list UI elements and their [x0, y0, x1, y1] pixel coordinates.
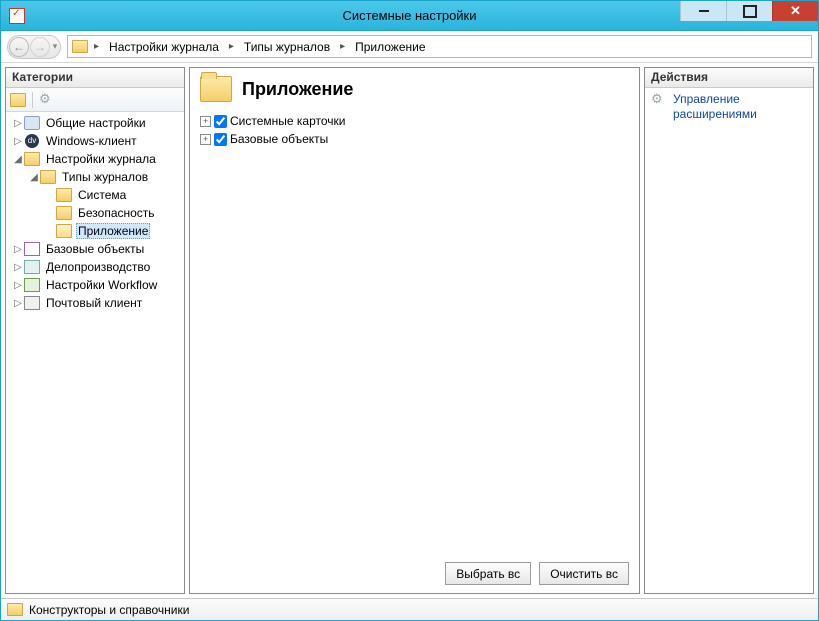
folder-icon: [24, 152, 40, 166]
expand-icon[interactable]: ▷: [12, 298, 24, 309]
mail-icon: [24, 296, 40, 310]
check-item-1[interactable]: + Базовые объекты: [200, 130, 629, 148]
actions-header: Действия: [645, 68, 813, 88]
close-button[interactable]: [772, 1, 818, 21]
folder-icon: [56, 188, 72, 202]
expand-plus-icon[interactable]: +: [200, 134, 211, 145]
expand-icon[interactable]: ▷: [12, 244, 24, 255]
checkbox-tree: + Системные карточки + Базовые объекты: [200, 112, 629, 556]
window-controls: [680, 1, 818, 21]
breadcrumb-1[interactable]: Настройки журнала: [105, 38, 223, 56]
clear-all-button[interactable]: Очистить вс: [539, 562, 629, 585]
nav-back-button[interactable]: ←: [9, 37, 29, 57]
main-buttons: Выбрать вс Очистить вс: [200, 556, 629, 585]
content-area: Категории ▷ Общие настройки ▷ dv Windows…: [1, 63, 818, 598]
tree-node-security[interactable]: ▷ Безопасность: [8, 204, 182, 222]
actions-body: Управление расширениями: [645, 88, 813, 593]
tree-node-workflow[interactable]: ▷ Настройки Workflow: [8, 276, 182, 294]
workflow-icon: [24, 278, 40, 292]
breadcrumb-3[interactable]: Приложение: [351, 38, 429, 56]
expand-icon[interactable]: ▷: [12, 280, 24, 291]
categories-toolbar: [6, 88, 184, 112]
objects-icon: [24, 242, 40, 256]
nav-back-group: ← → ▾: [7, 35, 61, 59]
maximize-button[interactable]: [726, 1, 772, 21]
tree-label: Настройки журнала: [44, 151, 158, 167]
check-item-0[interactable]: + Системные карточки: [200, 112, 629, 130]
tree-label: Настройки Workflow: [44, 277, 159, 293]
separator: [32, 92, 33, 108]
checkbox[interactable]: [214, 133, 227, 146]
window-root: Системные настройки ← → ▾ ▸ Настройки жу…: [0, 0, 819, 621]
tree-label: Делопроизводство: [44, 259, 152, 275]
categories-panel: Категории ▷ Общие настройки ▷ dv Windows…: [5, 67, 185, 594]
breadcrumb-sep-icon: ▸: [225, 41, 238, 52]
expand-icon[interactable]: ▷: [12, 136, 24, 147]
minimize-button[interactable]: [680, 1, 726, 21]
action-link-label: Управление расширениями: [673, 92, 807, 122]
tree-label: Почтовый клиент: [44, 295, 144, 311]
tree-node-log-types[interactable]: ◢ Типы журналов: [8, 168, 182, 186]
breadcrumb-2[interactable]: Типы журналов: [240, 38, 334, 56]
breadcrumb-sep-icon: ▸: [90, 41, 103, 52]
main-heading: Приложение: [200, 76, 629, 102]
tree-node-system[interactable]: ▷ Система: [8, 186, 182, 204]
check-item-label: Базовые объекты: [230, 132, 328, 146]
titlebar: Системные настройки: [1, 1, 818, 31]
main-content: Приложение + Системные карточки + Базовы…: [190, 68, 639, 593]
nav-history-dropdown[interactable]: ▾: [50, 41, 60, 52]
tree-label: Система: [76, 187, 128, 203]
dv-icon: dv: [24, 134, 40, 148]
settings-icon: [24, 116, 40, 130]
collapse-icon[interactable]: ◢: [28, 172, 40, 183]
tree-label: Общие настройки: [44, 115, 148, 131]
tree-node-paperwork[interactable]: ▷ Делопроизводство: [8, 258, 182, 276]
action-manage-extensions[interactable]: Управление расширениями: [651, 92, 807, 122]
expand-plus-icon[interactable]: +: [200, 116, 211, 127]
expand-icon[interactable]: ▷: [12, 262, 24, 273]
gears-icon: [651, 93, 667, 109]
tree-label: Безопасность: [76, 205, 157, 221]
folder-icon: [7, 603, 23, 616]
select-all-button[interactable]: Выбрать вс: [445, 562, 531, 585]
tree-node-base-objects[interactable]: ▷ Базовые объекты: [8, 240, 182, 258]
breadcrumb-sep-icon: ▸: [336, 41, 349, 52]
app-icon: [9, 8, 25, 24]
checkbox[interactable]: [214, 115, 227, 128]
actions-panel: Действия Управление расширениями: [644, 67, 814, 594]
check-item-label: Системные карточки: [230, 114, 346, 128]
document-icon: [24, 260, 40, 274]
tree-label: Приложение: [76, 223, 150, 239]
page-title: Приложение: [242, 79, 353, 100]
expand-icon[interactable]: ▷: [12, 118, 24, 129]
tree-label: Типы журналов: [60, 169, 150, 185]
folder-icon: [40, 170, 56, 184]
folder-open-icon: [56, 224, 72, 238]
tree-label: Windows-клиент: [44, 133, 139, 149]
status-text: Конструкторы и справочники: [29, 603, 189, 617]
tree-node-log-settings[interactable]: ◢ Настройки журнала: [8, 150, 182, 168]
tree-node-general[interactable]: ▷ Общие настройки: [8, 114, 182, 132]
tree-node-application[interactable]: ▷ Приложение: [8, 222, 182, 240]
gears-icon[interactable]: [39, 93, 55, 107]
tree-node-windows-client[interactable]: ▷ dv Windows-клиент: [8, 132, 182, 150]
tree-node-mail-client[interactable]: ▷ Почтовый клиент: [8, 294, 182, 312]
collapse-icon[interactable]: ◢: [12, 154, 24, 165]
folder-icon: [72, 40, 88, 53]
nav-bar: ← → ▾ ▸ Настройки журнала ▸ Типы журнало…: [1, 31, 818, 63]
categories-tree: ▷ Общие настройки ▷ dv Windows-клиент ◢ …: [6, 112, 184, 593]
nav-forward-button[interactable]: →: [30, 37, 50, 57]
folder-large-icon: [200, 76, 232, 102]
breadcrumb-bar[interactable]: ▸ Настройки журнала ▸ Типы журналов ▸ Пр…: [67, 35, 812, 58]
categories-header: Категории: [6, 68, 184, 88]
status-bar: Конструкторы и справочники: [1, 598, 818, 620]
main-panel: Приложение + Системные карточки + Базовы…: [189, 67, 640, 594]
folder-icon[interactable]: [10, 93, 26, 107]
folder-icon: [56, 206, 72, 220]
tree-label: Базовые объекты: [44, 241, 146, 257]
